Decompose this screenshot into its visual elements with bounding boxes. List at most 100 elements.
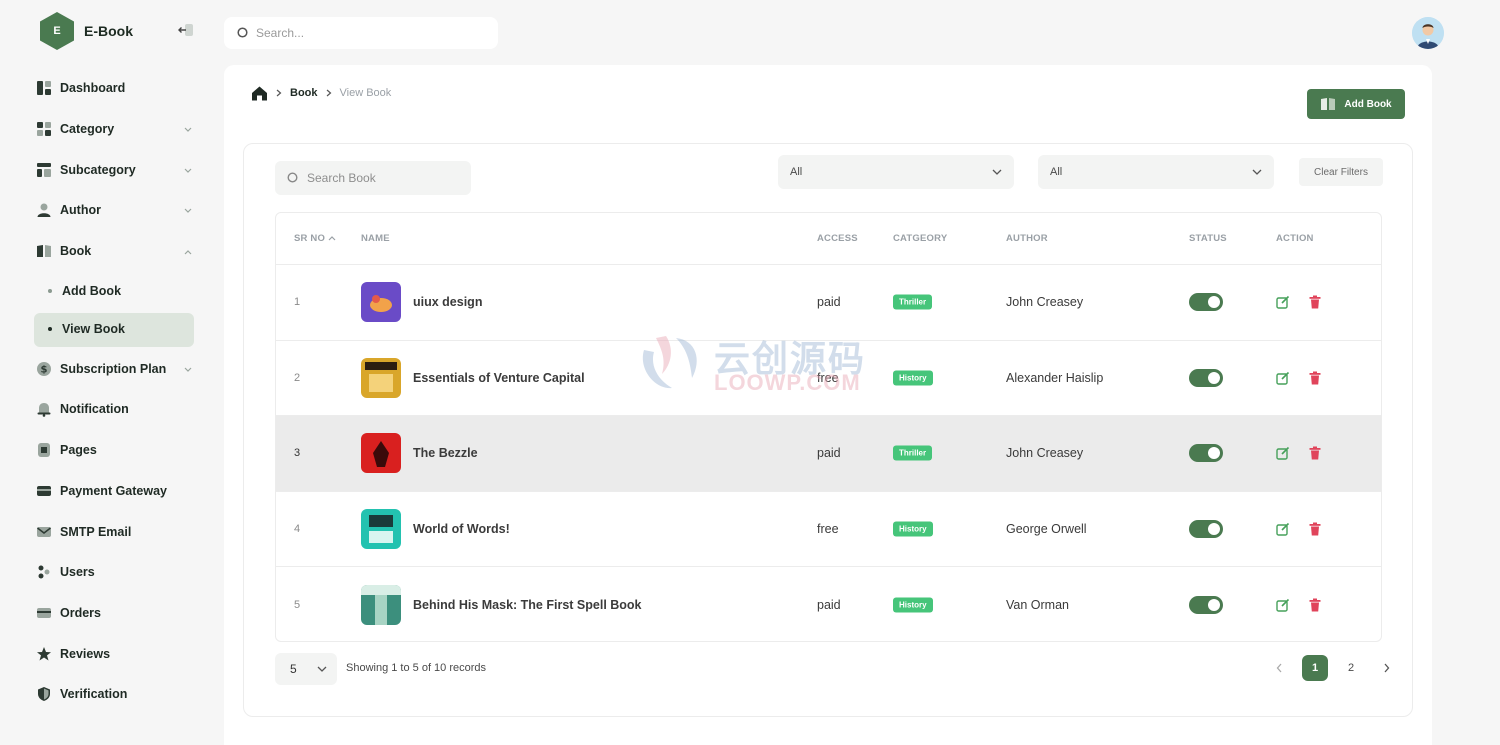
collapse-sidebar-icon[interactable]: [178, 22, 194, 38]
cell-access: paid: [817, 446, 841, 461]
sidebar-item-notification[interactable]: Notification: [0, 389, 222, 430]
prev-page-button[interactable]: [1266, 655, 1292, 681]
logo-icon: E: [40, 12, 74, 50]
table-row: 5 Behind His Mask: The First Spell Book …: [276, 567, 1381, 641]
book-cover: [361, 282, 401, 323]
chevron-down-icon: [184, 122, 192, 136]
orders-icon: [36, 605, 52, 621]
sidebar-item-payment-gateway[interactable]: Payment Gateway: [0, 471, 222, 512]
edit-icon[interactable]: [1276, 446, 1290, 461]
sidebar-item-reviews[interactable]: Reviews: [0, 633, 222, 674]
next-page-button[interactable]: [1374, 655, 1400, 681]
cell-author: Van Orman: [1006, 598, 1069, 613]
cell-access: free: [817, 522, 839, 537]
sidebar-item-label: Book: [60, 244, 92, 259]
cell-name: Essentials of Venture Capital: [413, 370, 585, 385]
filter-access-value: All: [790, 166, 803, 178]
book-search-input[interactable]: [307, 171, 467, 185]
sidebar-item-label: Author: [60, 203, 101, 218]
book-list-card: All All Clear Filters SR NO NAME ACCESS …: [243, 143, 1413, 717]
sidebar-item-subcategory[interactable]: Subcategory: [0, 149, 222, 190]
status-toggle[interactable]: [1189, 368, 1223, 387]
cell-sr: 1: [294, 296, 301, 309]
status-toggle[interactable]: [1189, 520, 1223, 539]
cell-name: The Bezzle: [413, 446, 478, 461]
status-toggle[interactable]: [1189, 293, 1223, 312]
edit-icon[interactable]: [1276, 598, 1290, 612]
cell-name: World of Words!: [413, 522, 510, 537]
sidebar-item-users[interactable]: Users: [0, 552, 222, 593]
status-toggle[interactable]: [1189, 596, 1223, 615]
filter-access-select[interactable]: All: [778, 155, 1014, 189]
sidebar-item-label: Category: [60, 122, 115, 137]
bell-icon: [36, 401, 52, 418]
search-icon: [237, 27, 248, 38]
book-add-icon: [1321, 98, 1336, 110]
delete-icon[interactable]: [1308, 295, 1322, 309]
cell-access: paid: [817, 295, 841, 310]
sidebar-item-label: Users: [60, 565, 95, 580]
sidebar-item-author[interactable]: Author: [0, 190, 222, 231]
breadcrumb-book-link[interactable]: Book: [290, 87, 318, 99]
sidebar-subitem-view-book[interactable]: View Book: [0, 310, 222, 349]
pagination: 1 2: [1266, 655, 1400, 681]
chevron-right-icon: [326, 89, 331, 97]
sidebar-item-orders[interactable]: Orders: [0, 593, 222, 634]
svg-text:$: $: [41, 364, 48, 375]
book-cover: [361, 433, 401, 474]
person-icon: [36, 202, 52, 218]
sidebar-item-label: Subcategory: [60, 162, 136, 177]
table-row: 4 World of Words! free History George Or…: [276, 492, 1381, 568]
chevron-left-icon: [1276, 663, 1282, 673]
sidebar-item-pages[interactable]: Pages: [0, 430, 222, 471]
cell-access: paid: [817, 598, 841, 613]
edit-icon[interactable]: [1276, 371, 1290, 385]
sidebar-item-verification[interactable]: Verification: [0, 674, 222, 715]
sidebar-item-dashboard[interactable]: Dashboard: [0, 68, 222, 109]
sidebar-item-smtp-email[interactable]: SMTP Email: [0, 511, 222, 552]
sidebar-item-category[interactable]: Category: [0, 109, 222, 150]
cell-sr: 3: [294, 447, 301, 460]
chevron-up-icon: [184, 244, 192, 258]
records-info: Showing 1 to 5 of 10 records: [346, 662, 487, 674]
add-book-label: Add Book: [1344, 98, 1392, 110]
category-icon: [36, 121, 52, 137]
edit-icon[interactable]: [1276, 295, 1290, 309]
sidebar-subitem-add-book[interactable]: Add Book: [0, 271, 222, 310]
clear-filters-button[interactable]: Clear Filters: [1299, 158, 1383, 186]
delete-icon[interactable]: [1308, 522, 1322, 536]
cell-sr: 2: [294, 371, 301, 384]
users-icon: [36, 564, 52, 580]
dollar-icon: $: [36, 361, 52, 377]
brand[interactable]: E E-Book: [40, 12, 133, 50]
global-search[interactable]: [224, 17, 498, 49]
delete-icon[interactable]: [1308, 598, 1322, 612]
sidebar-item-subscription-plan[interactable]: $ Subscription Plan: [0, 348, 222, 389]
subcategory-icon: [36, 162, 52, 178]
home-icon[interactable]: [251, 85, 268, 101]
cell-name: Behind His Mask: The First Spell Book: [413, 598, 642, 613]
per-page-select[interactable]: 5: [275, 653, 337, 685]
global-search-input[interactable]: [256, 26, 476, 40]
th-sr-no[interactable]: SR NO: [294, 233, 336, 244]
edit-icon[interactable]: [1276, 522, 1290, 536]
filter-category-select[interactable]: All: [1038, 155, 1274, 189]
shield-icon: [36, 686, 52, 702]
cell-name: uiux design: [413, 295, 483, 310]
mail-icon: [36, 524, 52, 540]
add-book-button[interactable]: Add Book: [1307, 89, 1405, 119]
book-search[interactable]: [275, 161, 471, 195]
app-name: E-Book: [84, 23, 133, 39]
th-name: NAME: [361, 233, 390, 244]
page-button-1[interactable]: 1: [1302, 655, 1328, 681]
page-button-2[interactable]: 2: [1338, 655, 1364, 681]
sidebar-item-book[interactable]: Book: [0, 231, 222, 272]
status-toggle[interactable]: [1189, 444, 1223, 463]
avatar[interactable]: [1412, 17, 1444, 49]
chevron-down-icon: [992, 169, 1002, 175]
sort-asc-icon: [328, 236, 336, 241]
th-category: CATGEORY: [893, 233, 948, 244]
chevron-down-icon: [317, 666, 327, 672]
delete-icon[interactable]: [1308, 446, 1322, 460]
delete-icon[interactable]: [1308, 371, 1322, 385]
